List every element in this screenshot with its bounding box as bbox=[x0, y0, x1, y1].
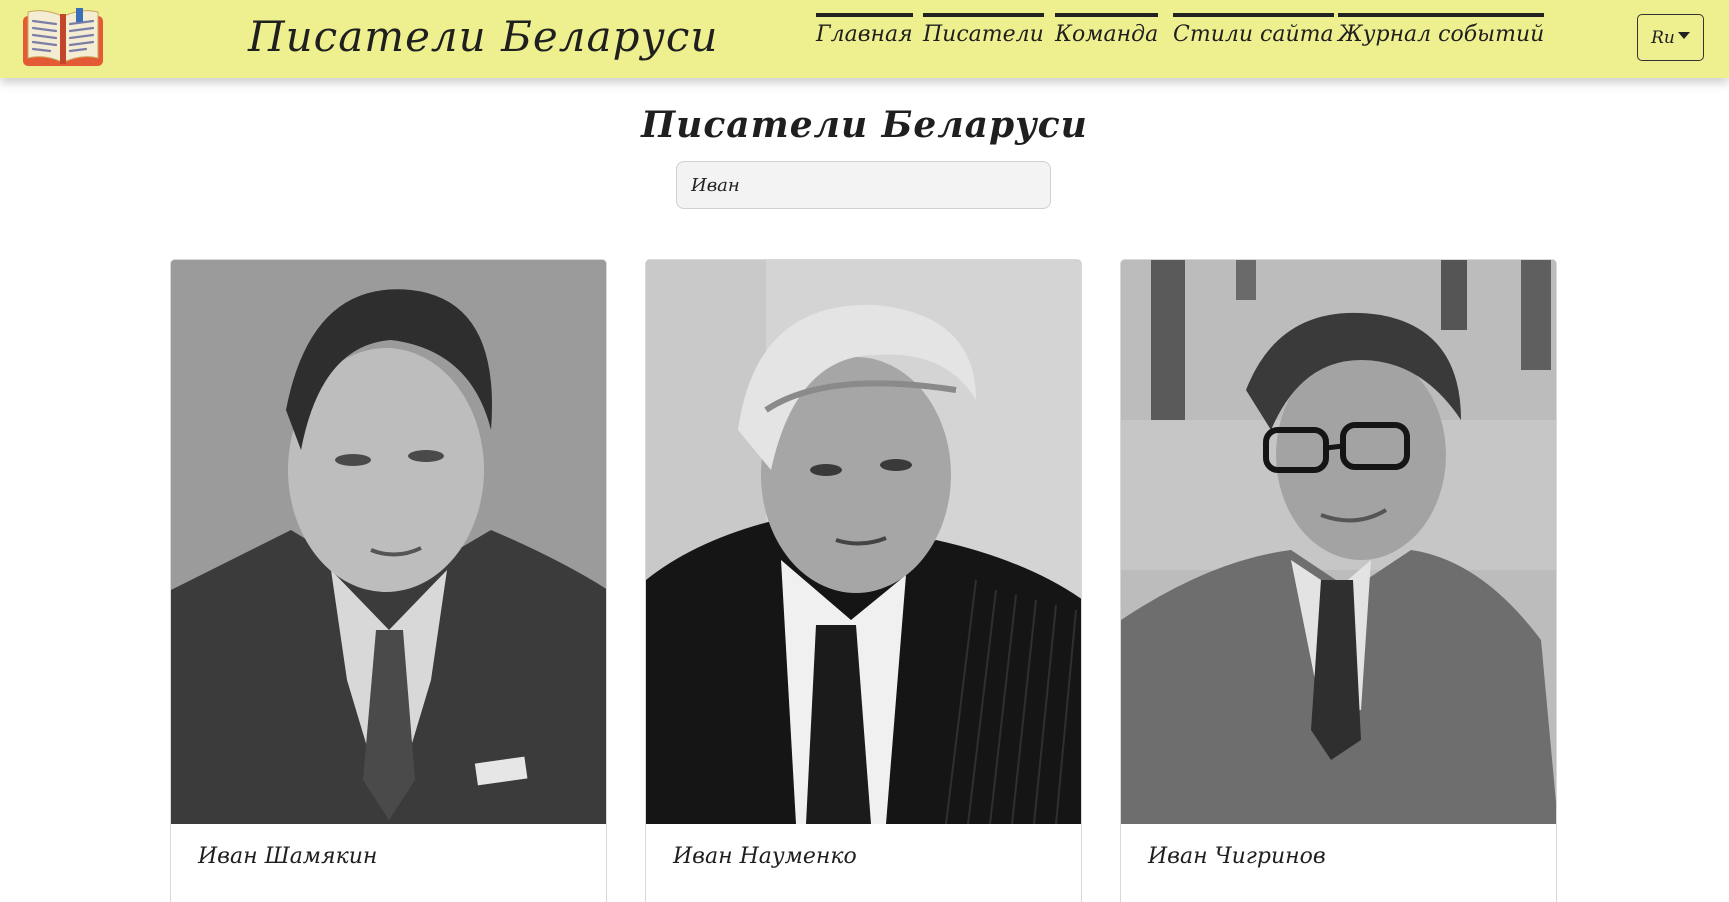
writer-name: Иван Чигринов bbox=[1148, 844, 1326, 869]
nav-event-log[interactable]: Журнал событий bbox=[1338, 13, 1545, 55]
writer-name: Иван Шамякин bbox=[198, 844, 378, 869]
language-dropdown[interactable]: Ru bbox=[1637, 14, 1704, 61]
writer-card[interactable]: Иван Шамякин bbox=[170, 259, 607, 902]
nav-team[interactable]: Команда bbox=[1055, 13, 1159, 55]
open-book-icon[interactable] bbox=[22, 8, 104, 67]
top-navbar: Писатели Беларуси Главная Писатели Коман… bbox=[0, 0, 1729, 78]
writer-photo bbox=[646, 260, 1081, 824]
caret-down-icon bbox=[1677, 32, 1690, 39]
nav-site-styles[interactable]: Стили сайта bbox=[1173, 13, 1334, 55]
writer-photo bbox=[171, 260, 606, 824]
writer-card[interactable]: Иван Науменко bbox=[645, 259, 1082, 902]
nav-writers[interactable]: Писатели bbox=[923, 13, 1044, 55]
site-brand[interactable]: Писатели Беларуси bbox=[248, 12, 718, 61]
search-input[interactable] bbox=[676, 161, 1051, 209]
language-label: Ru bbox=[1651, 27, 1675, 48]
writer-photo bbox=[1121, 260, 1556, 824]
nav-home[interactable]: Главная bbox=[816, 13, 913, 55]
page-title: Писатели Беларуси bbox=[641, 104, 1088, 146]
writer-card[interactable]: Иван Чигринов bbox=[1120, 259, 1557, 902]
writer-name: Иван Науменко bbox=[673, 844, 857, 869]
